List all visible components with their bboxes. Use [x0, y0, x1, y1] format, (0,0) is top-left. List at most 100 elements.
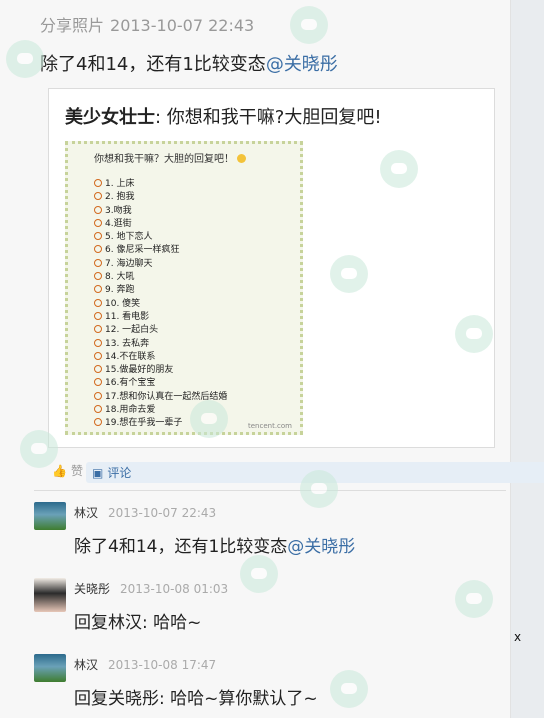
quiz-option: 3.吻我 [94, 205, 227, 218]
circle-bullet-icon [94, 192, 102, 201]
circle-bullet-icon [94, 418, 102, 427]
quiz-option: 18.用命去爱 [94, 404, 227, 417]
comment-icon: ▣ [92, 466, 104, 480]
post-mention-link[interactable]: @关晓彤 [266, 54, 338, 75]
circle-bullet-icon [94, 245, 102, 254]
circle-bullet-icon [94, 218, 102, 227]
comment-author[interactable]: 林汉 [74, 658, 98, 672]
comment-time: 2013-10-07 22:43 [108, 506, 217, 520]
quiz-option: 5. 地下恋人 [94, 231, 227, 244]
smiley-icon [237, 154, 246, 163]
circle-bullet-icon [94, 258, 102, 267]
circle-bullet-icon [94, 378, 102, 387]
quiz-option: 8. 大吼 [94, 271, 227, 284]
quiz-image: 你想和我干嘛？大胆的回复吧！ 1. 上床 2. 抱我 3.吻我 4.逛街 5. 地下恋人… [65, 141, 303, 435]
close-button[interactable]: x [514, 630, 521, 644]
quiz-option: 16.有个宝宝 [94, 377, 227, 390]
comment-body: 回复林汉: 哈哈~ [74, 613, 202, 633]
quiz-option: 14.不在联系 [94, 351, 227, 364]
post-timestamp: 2013-10-07 22:43 [110, 16, 255, 35]
comment-text: 回复林汉: 哈哈~ [74, 608, 201, 633]
comment-header: 关晓彤 2013-10-08 01:03 [74, 580, 228, 597]
post-header: 分享照片 2013-10-07 22:43 [40, 12, 254, 36]
quiz-option-label: 15.做最好的朋友 [105, 365, 174, 376]
quiz-option: 12. 一起白头 [94, 324, 227, 337]
quiz-option-label: 19.想在乎我一辈子 [105, 418, 183, 429]
circle-bullet-icon [94, 365, 102, 374]
post-panel: 分享照片 2013-10-07 22:43 除了4和14，还有1比较变态@关晓彤 … [0, 0, 544, 718]
image-card-title-bold: 美少女壮士 [65, 107, 155, 128]
comment-header: 林汉 2013-10-08 17:47 [74, 656, 216, 673]
comment-item: 林汉 2013-10-07 22:43 除了4和14，还有1比较变态@关晓彤 [34, 502, 506, 562]
comment-body: 除了4和14，还有1比较变态 [74, 537, 288, 557]
quiz-option-label: 16.有个宝宝 [105, 378, 156, 389]
avatar[interactable] [34, 578, 66, 612]
quiz-option-label: 11. 看电影 [105, 311, 150, 322]
comment-author[interactable]: 林汉 [74, 506, 98, 520]
comment-item: 林汉 2013-10-08 17:47 回复关晓彤: 哈哈~算你默认了~ [34, 654, 506, 714]
comment-text: 除了4和14，还有1比较变态@关晓彤 [74, 532, 355, 557]
comment-mention-link[interactable]: @关晓彤 [287, 537, 355, 557]
quiz-option-label: 18.用命去爱 [105, 405, 156, 416]
quiz-option-label: 6. 像尼采一样疯狂 [105, 245, 180, 256]
circle-bullet-icon [94, 391, 102, 400]
thumbs-up-icon: 👍 [52, 464, 67, 478]
quiz-option: 6. 像尼采一样疯狂 [94, 244, 227, 257]
quiz-option: 11. 看电影 [94, 311, 227, 324]
comment-author[interactable]: 关晓彤 [74, 582, 110, 596]
image-card-title-rest: : 你想和我干嘛?大胆回复吧! [155, 107, 382, 128]
post-text-body: 除了4和14，还有1比较变态 [40, 54, 266, 75]
like-button[interactable]: 👍 赞 [52, 462, 83, 479]
comment-header: 林汉 2013-10-07 22:43 [74, 504, 216, 521]
comment-time: 2013-10-08 17:47 [108, 658, 217, 672]
quiz-option-label: 2. 抱我 [105, 192, 135, 203]
quiz-title-text: 你想和我干嘛？大胆的回复吧！ [94, 154, 234, 165]
quiz-option: 10. 傻笑 [94, 298, 227, 311]
circle-bullet-icon [94, 351, 102, 360]
quiz-option: 4.逛街 [94, 218, 227, 231]
quiz-option: 17.想和你认真在一起然后结婚 [94, 391, 227, 404]
quiz-option-label: 3.吻我 [105, 205, 132, 216]
circle-bullet-icon [94, 325, 102, 334]
quiz-option-label: 17.想和你认真在一起然后结婚 [105, 391, 228, 402]
quiz-option: 9. 奔跑 [94, 284, 227, 297]
post-source-label: 分享照片 [40, 16, 105, 35]
quiz-option-label: 9. 奔跑 [105, 285, 135, 296]
quiz-option: 13. 去私奔 [94, 338, 227, 351]
comment-button[interactable]: ▣ 评论 [86, 462, 544, 483]
quiz-option: 7. 海边聊天 [94, 258, 227, 271]
quiz-option: 19.想在乎我一辈子 [94, 417, 227, 430]
comment-body: 回复关晓彤: 哈哈~算你默认了~ [74, 689, 318, 709]
quiz-option-label: 13. 去私奔 [105, 338, 150, 349]
circle-bullet-icon [94, 298, 102, 307]
post-text: 除了4和14，还有1比较变态@关晓彤 [40, 50, 338, 76]
comment-time: 2013-10-08 01:03 [120, 582, 229, 596]
image-card-title: 美少女壮士: 你想和我干嘛?大胆回复吧! [65, 103, 382, 129]
avatar[interactable] [34, 654, 66, 682]
circle-bullet-icon [94, 285, 102, 294]
circle-bullet-icon [94, 311, 102, 320]
post-actions: 👍赞 ↪分享 ▣评论 [52, 462, 544, 483]
quiz-option-label: 10. 傻笑 [105, 298, 141, 309]
quiz-option-label: 1. 上床 [105, 179, 135, 189]
quiz-option: 15.做最好的朋友 [94, 364, 227, 377]
circle-bullet-icon [94, 272, 102, 281]
circle-bullet-icon [94, 205, 102, 214]
circle-bullet-icon [94, 338, 102, 347]
comment-text: 回复关晓彤: 哈哈~算你默认了~ [74, 684, 318, 709]
circle-bullet-icon [94, 179, 102, 187]
quiz-option-label: 12. 一起白头 [105, 325, 159, 336]
quiz-option-label: 5. 地下恋人 [105, 232, 153, 243]
avatar[interactable] [34, 502, 66, 530]
circle-bullet-icon [94, 232, 102, 241]
quiz-option-label: 14.不在联系 [105, 351, 156, 362]
like-label: 赞 [70, 464, 83, 478]
comment-label: 评论 [107, 466, 132, 480]
quiz-option-label: 8. 大吼 [105, 272, 135, 283]
quiz-option-label: 7. 海边聊天 [105, 258, 153, 269]
comment-item: 关晓彤 2013-10-08 01:03 回复林汉: 哈哈~ [34, 578, 506, 638]
shared-image-card[interactable]: 美少女壮士: 你想和我干嘛?大胆回复吧! 你想和我干嘛？大胆的回复吧！ 1. 上… [48, 88, 495, 448]
quiz-option: 1. 上床 [94, 178, 227, 191]
quiz-title: 你想和我干嘛？大胆的回复吧！ [94, 150, 246, 165]
divider [34, 490, 506, 491]
